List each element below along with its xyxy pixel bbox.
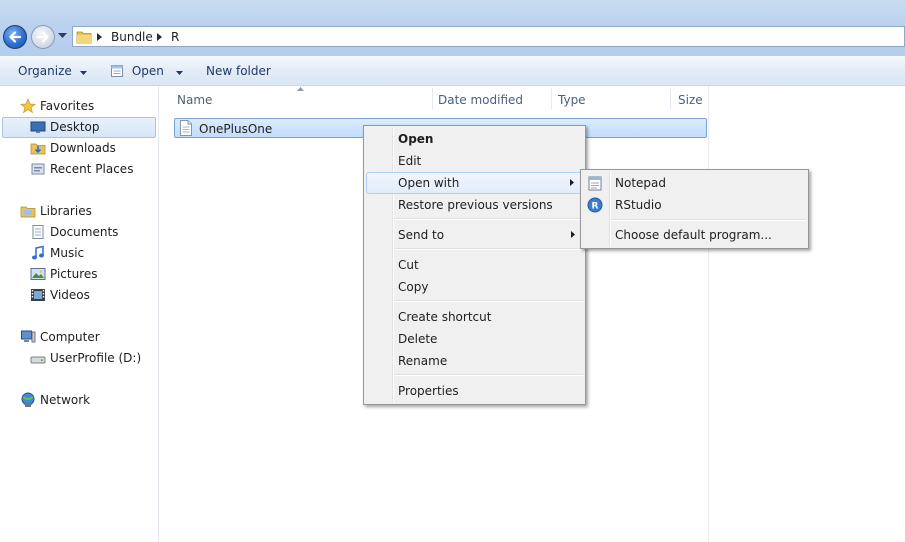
menu-item-send-to-label: Send to <box>398 228 445 242</box>
column-name[interactable]: Name <box>177 93 212 107</box>
nav-videos-label: Videos <box>50 288 90 302</box>
text-file-icon <box>180 120 192 136</box>
command-bar: Organize Open New folder <box>0 56 905 86</box>
chevron-down-icon <box>79 71 87 75</box>
menu-item-properties[interactable]: Properties <box>366 380 583 402</box>
recent-places-icon <box>31 163 45 175</box>
menu-item-restore-previous-versions[interactable]: Restore previous versions <box>366 194 583 216</box>
submenu-item-rstudio[interactable]: R RStudio <box>583 194 806 216</box>
menu-item-rename-label: Rename <box>398 354 448 368</box>
breadcrumb-bundle[interactable]: Bundle <box>111 30 153 44</box>
menu-item-edit[interactable]: Edit <box>366 150 583 172</box>
submenu-item-choose-default[interactable]: Choose default program... <box>583 224 806 246</box>
menu-item-edit-label: Edit <box>398 154 422 168</box>
breadcrumb-separator-icon[interactable] <box>157 33 162 41</box>
menu-separator <box>611 219 806 221</box>
menu-item-open-with[interactable]: Open with <box>366 172 583 194</box>
menu-item-send-to[interactable]: Send to <box>366 224 583 246</box>
column-header-bar: Name Date modified Type Size <box>159 86 905 112</box>
computer-icon <box>21 330 36 343</box>
submenu-item-choose-default-label: Choose default program... <box>615 228 772 242</box>
nav-recent-places-label: Recent Places <box>50 162 134 176</box>
menu-item-restore-label: Restore previous versions <box>398 198 553 212</box>
menu-item-open-label: Open <box>398 132 434 146</box>
column-divider[interactable] <box>432 88 433 110</box>
menu-separator <box>394 374 583 376</box>
breadcrumb-r[interactable]: R <box>171 30 179 44</box>
downloads-folder-icon <box>30 143 46 155</box>
documents-icon <box>32 225 44 239</box>
open-button[interactable]: Open <box>110 64 183 78</box>
organize-label: Organize <box>18 64 72 78</box>
nav-music-label: Music <box>50 246 85 260</box>
new-folder-button[interactable]: New folder <box>206 64 271 78</box>
notepad-icon <box>588 176 602 191</box>
back-button[interactable] <box>3 25 27 49</box>
open-with-submenu: Notepad R RStudio Choose default program… <box>580 169 809 249</box>
pictures-icon <box>30 268 46 280</box>
drive-icon <box>30 356 46 364</box>
desktop-icon <box>30 121 46 133</box>
breadcrumb-separator-icon[interactable] <box>97 33 102 41</box>
nav-computer-label: Computer <box>40 330 100 344</box>
folder-icon <box>76 31 92 44</box>
notepad-icon <box>111 65 123 77</box>
menu-item-cut[interactable]: Cut <box>366 254 583 276</box>
nav-network-label: Network <box>40 393 91 407</box>
column-divider[interactable] <box>670 88 671 110</box>
rstudio-icon: R <box>587 197 603 213</box>
forward-button[interactable] <box>31 25 55 49</box>
menu-item-copy[interactable]: Copy <box>366 276 583 298</box>
content-divider <box>708 86 709 542</box>
chevron-down-icon <box>175 71 183 75</box>
submenu-item-rstudio-label: RStudio <box>615 198 662 212</box>
menu-item-delete[interactable]: Delete <box>366 328 583 350</box>
star-icon <box>20 98 36 114</box>
menu-separator <box>394 248 583 250</box>
menu-item-properties-label: Properties <box>398 384 459 398</box>
network-icon <box>21 392 35 407</box>
nav-downloads-label: Downloads <box>50 141 116 155</box>
open-label: Open <box>131 64 164 78</box>
sort-ascending-icon <box>297 87 304 91</box>
submenu-arrow-icon <box>571 231 575 238</box>
libraries-icon <box>20 206 36 218</box>
window-titlebar: Bundle R <box>0 0 905 56</box>
column-divider[interactable] <box>551 88 552 110</box>
address-bar[interactable]: Bundle R <box>72 26 905 47</box>
submenu-item-notepad[interactable]: Notepad <box>583 172 806 194</box>
videos-icon <box>31 289 45 301</box>
menu-item-rename[interactable]: Rename <box>366 350 583 372</box>
submenu-item-notepad-label: Notepad <box>615 176 666 190</box>
svg-text:R: R <box>592 202 599 212</box>
music-icon <box>32 245 44 260</box>
menu-item-open[interactable]: Open <box>366 128 583 150</box>
forward-arrow-icon <box>36 31 49 43</box>
column-date-modified[interactable]: Date modified <box>438 93 523 107</box>
nav-documents-label: Documents <box>50 225 119 239</box>
context-menu: Open Edit Open with Restore previous ver… <box>363 125 586 405</box>
file-name: OnePlusOne <box>199 122 273 136</box>
column-type[interactable]: Type <box>558 93 586 107</box>
menu-item-copy-label: Copy <box>398 280 429 294</box>
recent-pages-dropdown-icon[interactable] <box>58 33 67 39</box>
menu-item-create-shortcut[interactable]: Create shortcut <box>366 306 583 328</box>
organize-button[interactable]: Organize <box>18 64 87 78</box>
nav-libraries-label: Libraries <box>40 204 92 218</box>
nav-desktop-label: Desktop <box>50 120 100 134</box>
menu-item-open-with-label: Open with <box>398 176 460 190</box>
menu-item-create-shortcut-label: Create shortcut <box>398 310 492 324</box>
menu-item-delete-label: Delete <box>398 332 438 346</box>
back-arrow-icon <box>9 31 22 43</box>
menu-separator <box>394 218 583 220</box>
submenu-arrow-icon <box>570 179 574 186</box>
column-size[interactable]: Size <box>678 93 703 107</box>
menu-separator <box>394 300 583 302</box>
menu-item-cut-label: Cut <box>398 258 419 272</box>
nav-pictures-label: Pictures <box>50 267 98 281</box>
nav-userprofile-label: UserProfile (D:) <box>50 351 142 365</box>
nav-favorites-label: Favorites <box>40 99 95 113</box>
